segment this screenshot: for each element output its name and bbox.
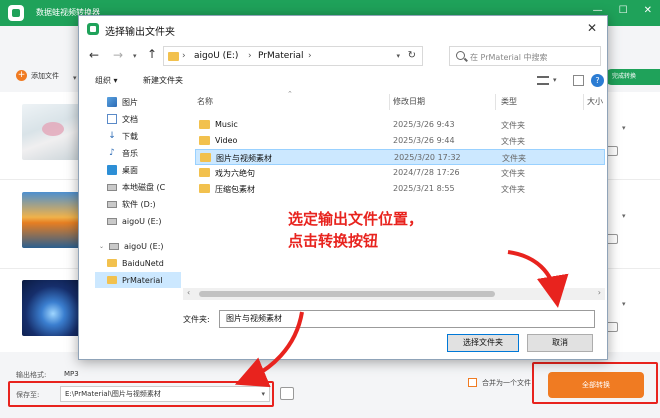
annotation-arrows (234, 250, 569, 388)
arrow-to-save-path (234, 311, 304, 388)
arrow-to-convert-button (507, 250, 569, 308)
